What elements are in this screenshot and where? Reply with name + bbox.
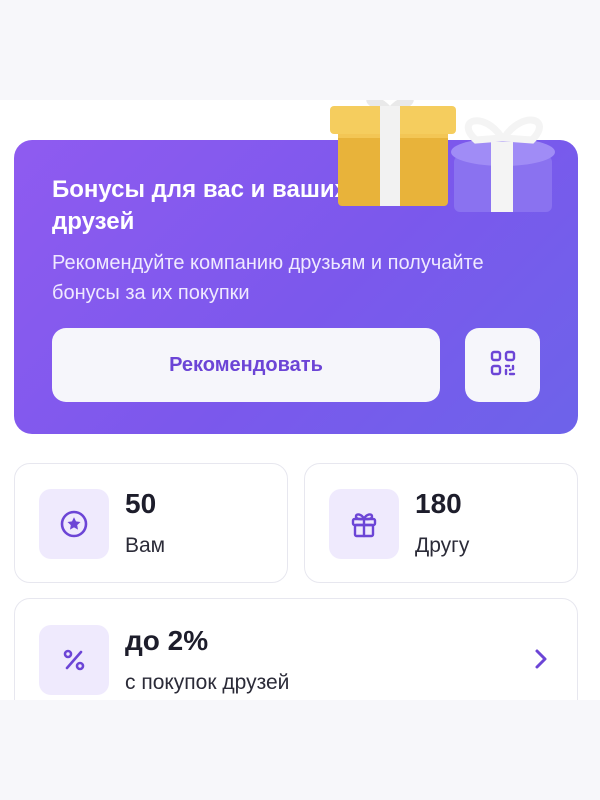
bonus-friend-value: 180 <box>415 488 462 519</box>
gift-icon <box>329 489 399 559</box>
star-badge-icon <box>39 489 109 559</box>
bonus-friend-label: Другу <box>415 534 470 557</box>
qr-code-button[interactable] <box>465 328 540 402</box>
referral-rate-value: до 2% <box>125 625 209 656</box>
gift-boxes-illustration <box>318 100 568 230</box>
chevron-right-icon <box>531 647 551 671</box>
recommend-button[interactable]: Рекомендовать <box>52 328 440 402</box>
qr-code-icon <box>489 349 517 382</box>
app-screen: Бонусы для вас и ваших друзей Рекомендуй… <box>0 100 600 700</box>
bonus-friend-tile: 180 Другу <box>304 463 578 583</box>
promo-description: Рекомендуйте компанию друзьям и получайт… <box>52 252 484 304</box>
bonus-you-value: 50 <box>125 488 157 519</box>
promo-title: Бонусы для вас и ваших друзей <box>52 176 348 235</box>
bonus-you-label: Вам <box>125 534 166 557</box>
percent-icon <box>39 625 109 695</box>
referral-rate-label: с покупок друзей <box>125 671 290 694</box>
bonus-you-tile: 50 Вам <box>14 463 288 583</box>
referral-rate-row[interactable]: до 2% с покупок друзей <box>14 598 578 700</box>
